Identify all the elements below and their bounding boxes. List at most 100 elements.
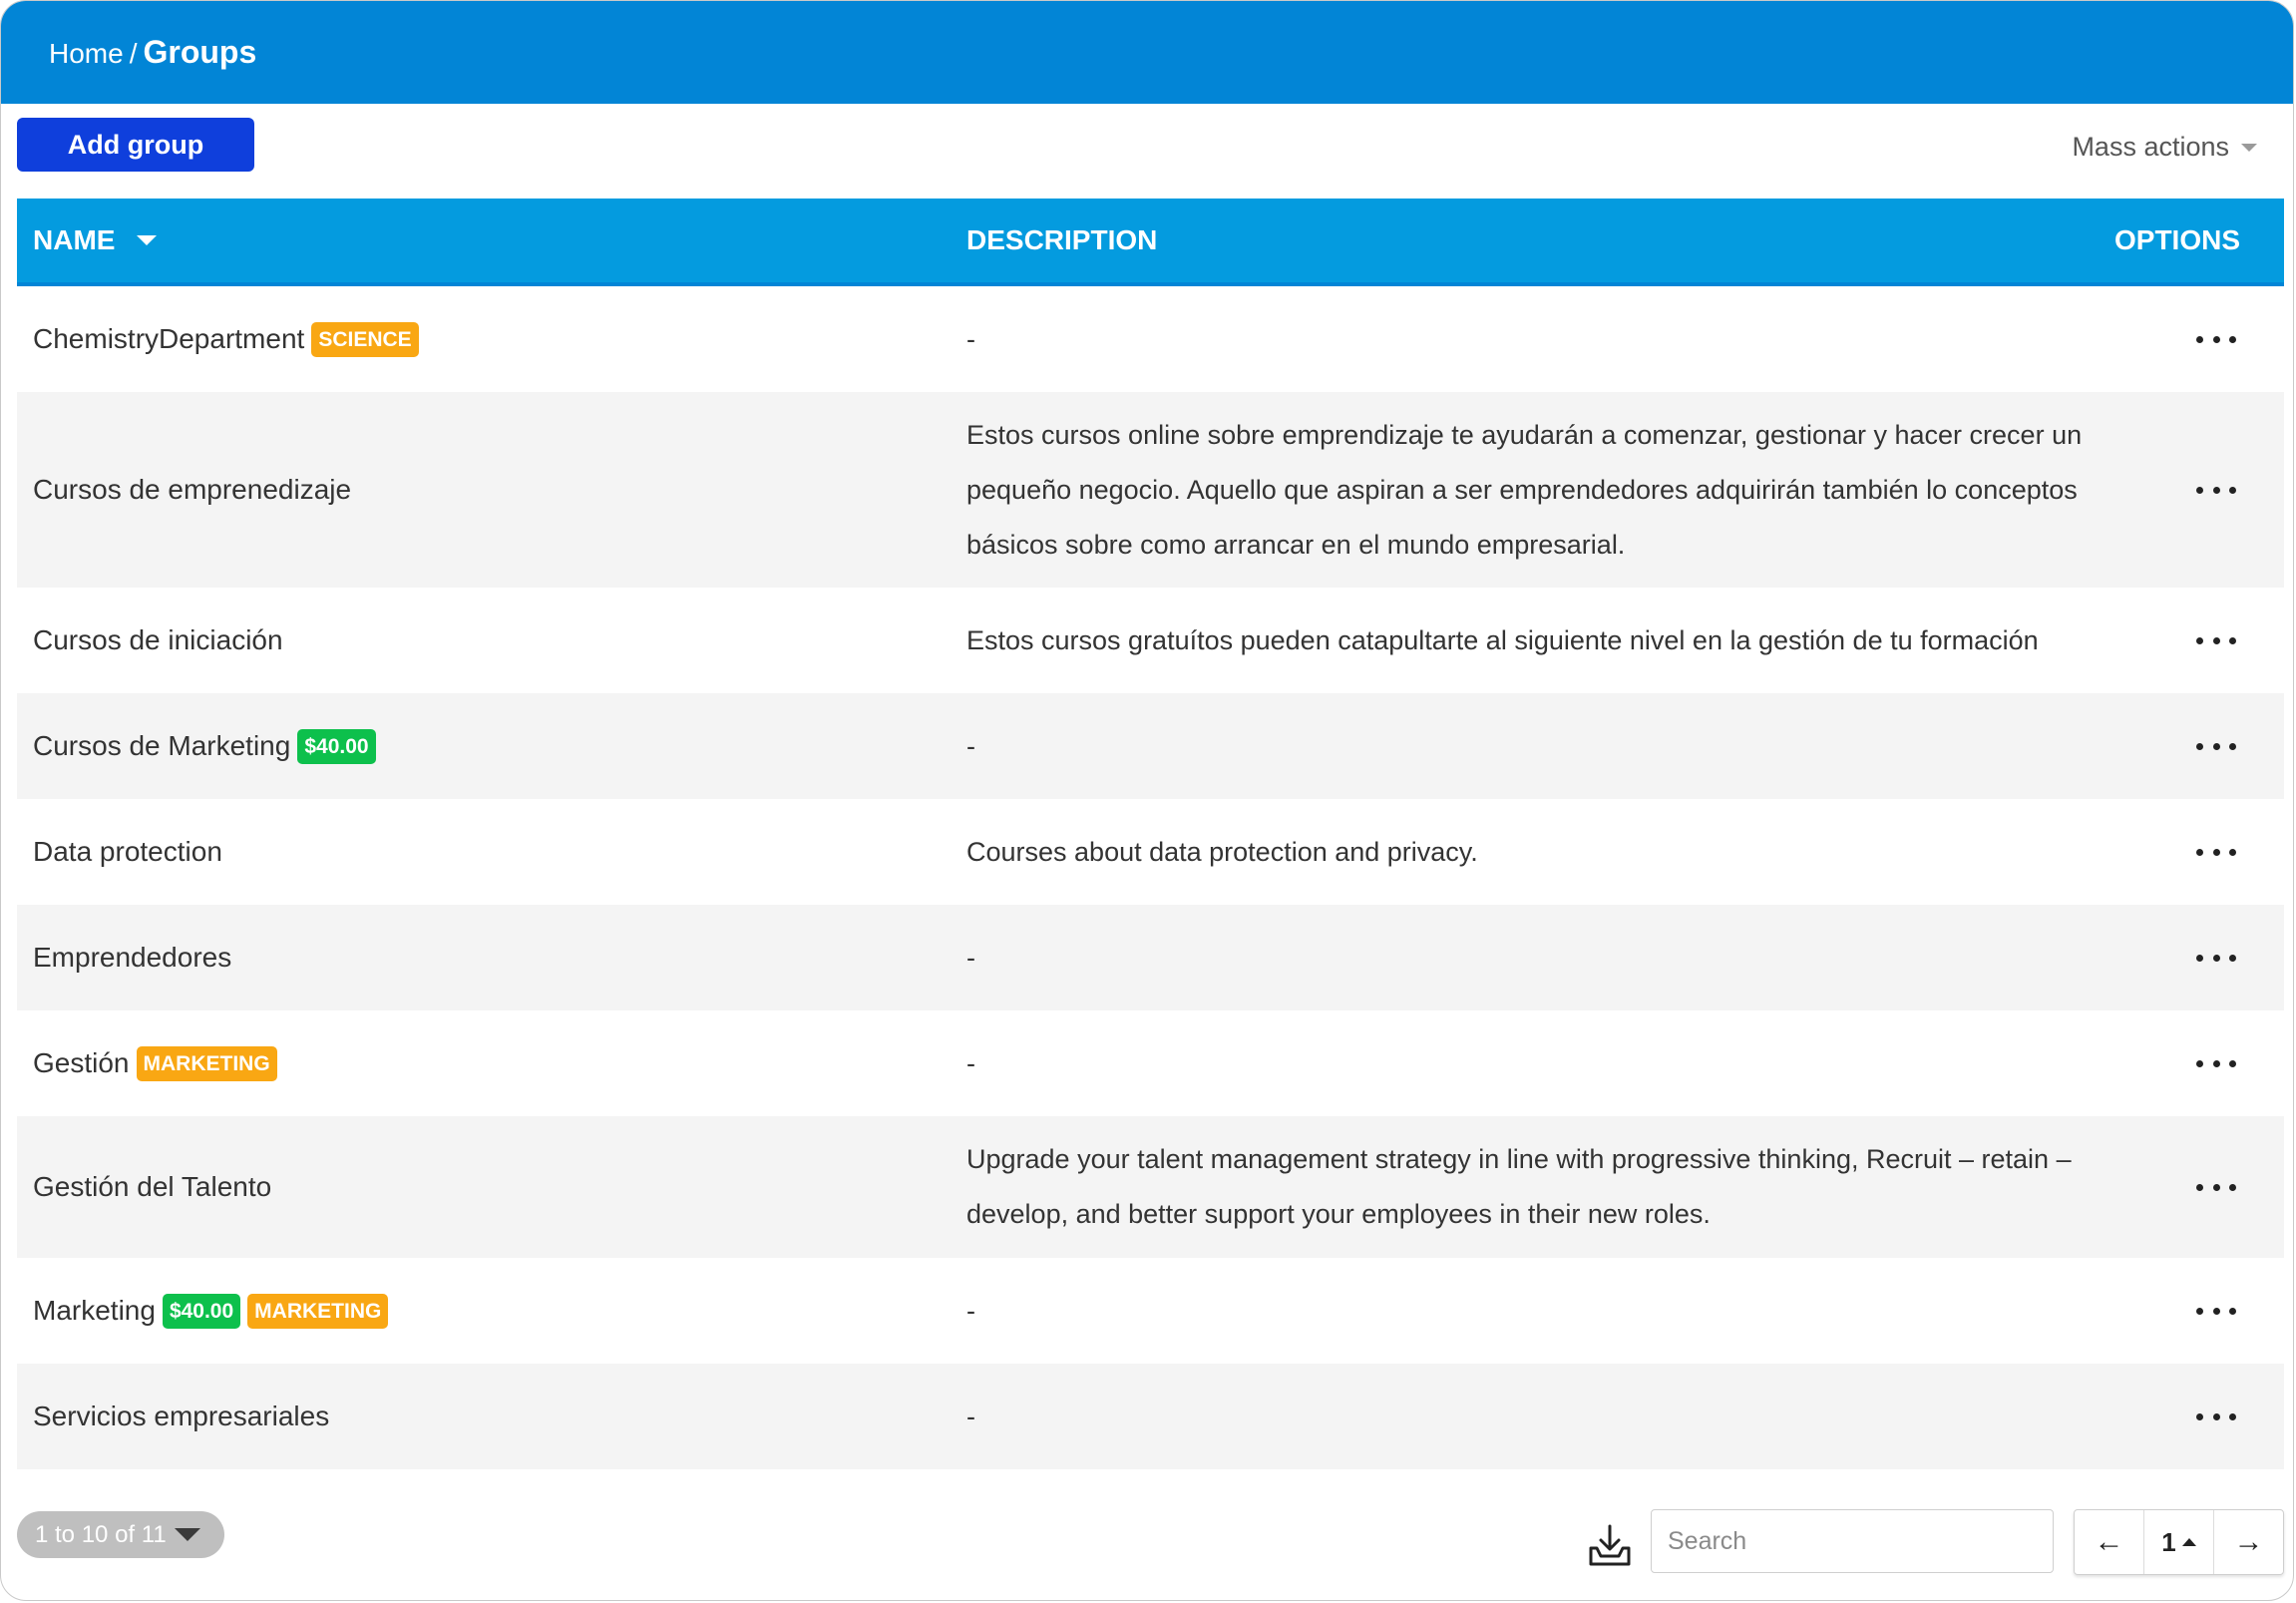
group-name[interactable]: Data protection [33, 836, 222, 868]
table-row: ChemistryDepartment SCIENCE - [17, 286, 2284, 392]
column-header-name-label: NAME [33, 224, 116, 255]
group-name[interactable]: Servicios empresariales [33, 1401, 329, 1432]
breadcrumb-separator: / [129, 38, 138, 69]
add-group-button[interactable]: Add group [17, 118, 254, 172]
top-bar: Home / Groups [1, 1, 2293, 104]
group-name-cell: Servicios empresariales [33, 1401, 329, 1432]
table-row: Marketing $40.00 MARKETING - [17, 1258, 2284, 1364]
current-page-number: 1 [2161, 1526, 2176, 1557]
dot [2196, 954, 2203, 962]
more-horizontal-icon[interactable] [2196, 630, 2236, 650]
more-horizontal-icon[interactable] [2196, 1053, 2236, 1073]
category-badge: SCIENCE [311, 321, 419, 357]
group-description: - [966, 323, 975, 354]
breadcrumb: Home / Groups [49, 34, 256, 71]
group-name[interactable]: Cursos de iniciación [33, 624, 283, 656]
group-name-cell: Emprendedores [33, 942, 231, 974]
dot [2229, 335, 2236, 343]
column-header-name[interactable]: NAME [33, 224, 158, 256]
table-row: Gestión MARKETING - [17, 1010, 2284, 1116]
group-description: Courses about data protection and privac… [966, 836, 1478, 867]
group-name[interactable]: Gestión del Talento [33, 1171, 271, 1203]
group-name[interactable]: Gestión [33, 1047, 130, 1079]
previous-page-button[interactable]: ← [2075, 1510, 2143, 1574]
group-name[interactable]: ChemistryDepartment [33, 323, 304, 355]
caret-up-icon [2181, 1538, 2196, 1546]
dot [2212, 636, 2220, 644]
table-row: Emprendedores - [17, 905, 2284, 1010]
group-name-cell: Marketing $40.00 MARKETING [33, 1293, 389, 1329]
mass-actions-dropdown[interactable]: Mass actions [2072, 132, 2257, 163]
dot [2212, 335, 2220, 343]
group-name-cell: Cursos de Marketing $40.00 [33, 728, 376, 764]
more-horizontal-icon[interactable] [2196, 480, 2236, 500]
dot [2196, 848, 2203, 856]
group-name-cell: Cursos de emprenedizaje [33, 474, 351, 506]
table-row: Data protection Courses about data protec… [17, 799, 2284, 905]
group-name-cell: Gestión del Talento [33, 1171, 271, 1203]
more-horizontal-icon[interactable] [2196, 948, 2236, 968]
group-description: - [966, 1047, 975, 1078]
app-window: Home / Groups Add group Mass actions NAM… [0, 0, 2294, 1601]
dot [2229, 486, 2236, 494]
sort-caret-down-icon [137, 235, 158, 245]
pagination: ← 1 → [2074, 1509, 2284, 1575]
dot [2196, 1412, 2203, 1420]
dot [2212, 1183, 2220, 1191]
dot [2229, 954, 2236, 962]
price-badge: $40.00 [297, 728, 376, 764]
dot [2229, 636, 2236, 644]
dot [2229, 848, 2236, 856]
dot [2196, 636, 2203, 644]
group-description: Upgrade your talent management strategy … [966, 1144, 2072, 1229]
export-button[interactable] [1587, 1524, 1633, 1566]
group-name[interactable]: Emprendedores [33, 942, 231, 974]
table-footer: 1 to 10 of 11 ← 1 → [17, 1509, 2284, 1579]
dot [2229, 742, 2236, 750]
page-select[interactable]: 1 [2143, 1510, 2214, 1574]
table-row: Servicios empresariales - [17, 1364, 2284, 1469]
dot [2196, 486, 2203, 494]
group-name-cell: Data protection [33, 836, 222, 868]
dot [2229, 1307, 2236, 1315]
table-row: Cursos de emprenedizaje Estos cursos onli… [17, 392, 2284, 588]
next-page-button[interactable]: → [2214, 1510, 2283, 1574]
caret-down-icon [2241, 143, 2257, 152]
dot [2229, 1412, 2236, 1420]
table-body: ChemistryDepartment SCIENCE - Cursos de emp… [17, 286, 2284, 1469]
download-tray-icon [1589, 1524, 1631, 1566]
more-horizontal-icon[interactable] [2196, 1406, 2236, 1426]
table-row: Gestión del Talento Upgrade your talent m… [17, 1116, 2284, 1258]
page-title: Groups [143, 34, 257, 70]
dot [2229, 1059, 2236, 1067]
breadcrumb-home-link[interactable]: Home [49, 38, 124, 70]
rows-per-page-dropdown[interactable]: 1 to 10 of 11 [17, 1511, 224, 1558]
table-header: NAME DESCRIPTION OPTIONS [17, 199, 2284, 286]
group-name[interactable]: Cursos de emprenedizaje [33, 474, 351, 506]
category-badge: MARKETING [136, 1045, 277, 1081]
dot [2196, 335, 2203, 343]
group-description: - [966, 730, 975, 761]
dot [2212, 1307, 2220, 1315]
column-header-description: DESCRIPTION [966, 224, 1158, 255]
search-input[interactable] [1651, 1509, 2054, 1573]
dot [2229, 1183, 2236, 1191]
groups-table: NAME DESCRIPTION OPTIONS ChemistryDepart… [17, 199, 2284, 1469]
group-name[interactable]: Cursos de Marketing [33, 730, 290, 762]
table-row: Cursos de Marketing $40.00 - [17, 693, 2284, 799]
more-horizontal-icon[interactable] [2196, 736, 2236, 756]
dot [2212, 954, 2220, 962]
dot [2212, 742, 2220, 750]
more-horizontal-icon[interactable] [2196, 1301, 2236, 1321]
dot [2196, 1059, 2203, 1067]
group-description: - [966, 1401, 975, 1431]
column-header-options: OPTIONS [2113, 224, 2240, 255]
group-description: Estos cursos online sobre emprendizaje t… [966, 419, 2083, 560]
group-description: - [966, 942, 975, 973]
more-horizontal-icon[interactable] [2196, 329, 2236, 349]
caret-down-icon [174, 1528, 200, 1541]
mass-actions-label: Mass actions [2072, 132, 2229, 162]
more-horizontal-icon[interactable] [2196, 1177, 2236, 1197]
more-horizontal-icon[interactable] [2196, 842, 2236, 862]
group-name[interactable]: Marketing [33, 1295, 156, 1327]
